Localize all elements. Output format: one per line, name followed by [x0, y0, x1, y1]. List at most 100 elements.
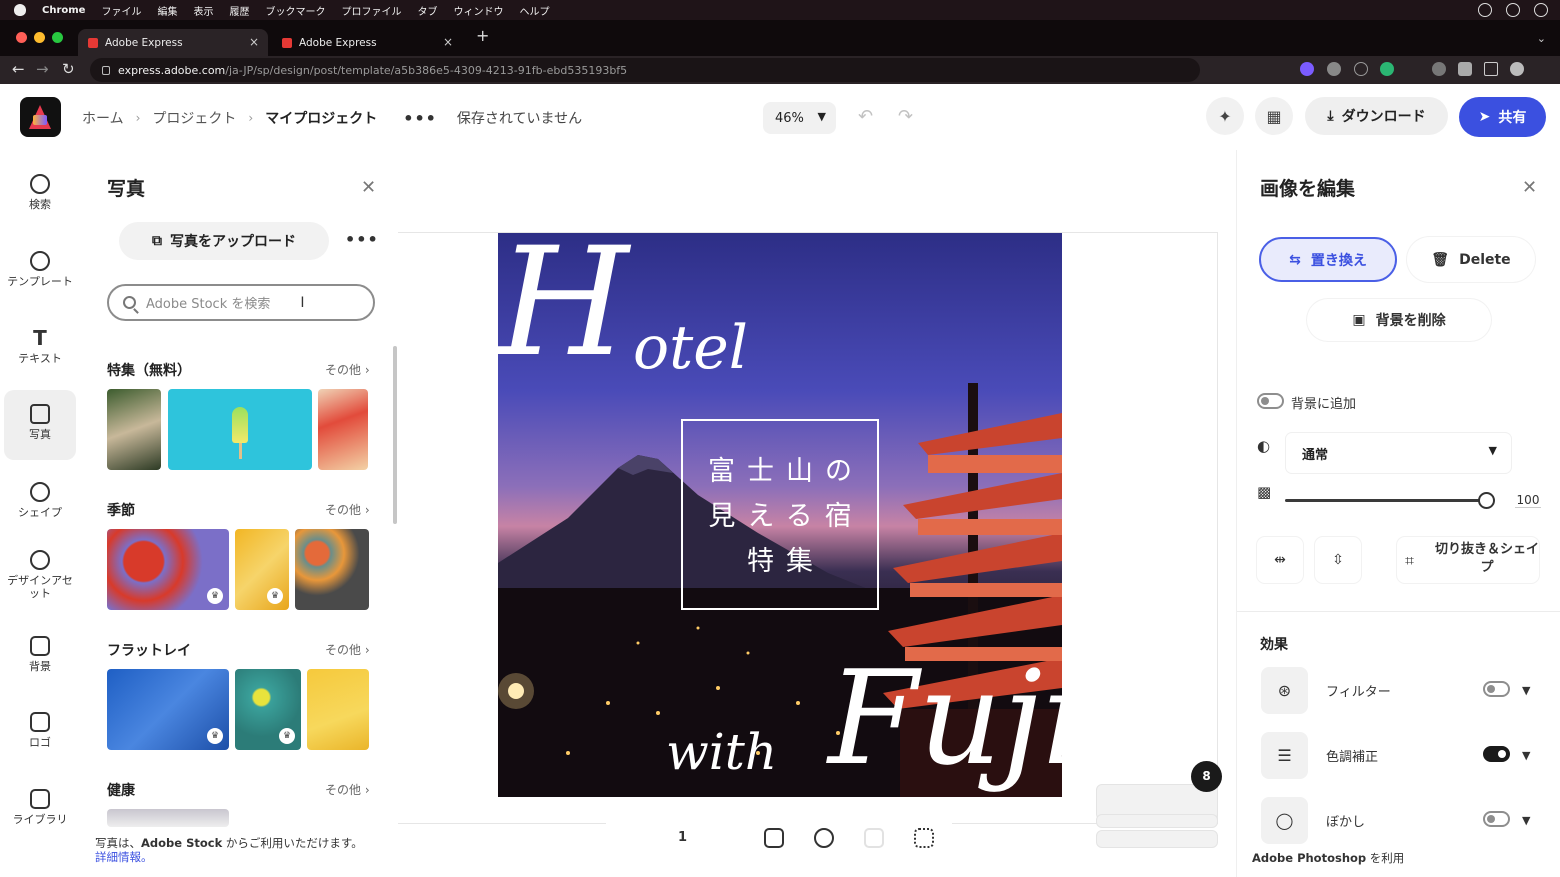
grid-view-icon[interactable] [914, 828, 934, 848]
rail-item-library[interactable]: ライブラリ [4, 775, 76, 845]
reload-icon[interactable]: ↻ [62, 61, 75, 77]
more-options-icon[interactable]: ••• [345, 230, 379, 249]
photo-thumbnail[interactable] [168, 389, 312, 470]
close-icon[interactable]: ✕ [1522, 177, 1537, 198]
add-to-background-toggle[interactable] [1257, 393, 1284, 409]
adjustments-toggle[interactable] [1483, 746, 1510, 762]
adobe-express-logo[interactable] [20, 97, 61, 137]
rail-item-design-assets[interactable]: デザインアセット [4, 536, 76, 614]
photo-thumbnail[interactable] [295, 529, 369, 610]
calendar-icon[interactable]: ▦ [1255, 97, 1293, 135]
see-more-link[interactable]: その他 › [325, 361, 370, 378]
browser-tab-active[interactable]: Adobe Express × [78, 29, 268, 56]
chevron-down-icon[interactable]: ▼ [1522, 749, 1530, 762]
crop-and-shape-button[interactable]: ⌗ 切り抜き＆シェイプ [1397, 537, 1539, 583]
menu-file[interactable]: ファイル [101, 3, 141, 18]
see-more-link[interactable]: その他 › [325, 781, 370, 798]
download-button[interactable]: ⤓ ダウンロード [1305, 97, 1448, 135]
stock-search-input[interactable]: Adobe Stock を検索 I [107, 284, 375, 321]
status-icon[interactable] [1478, 3, 1492, 17]
menu-history[interactable]: 履歴 [229, 3, 249, 18]
chevron-down-icon[interactable]: ▼ [1522, 684, 1530, 697]
sidebar-icon[interactable] [1484, 62, 1498, 76]
menu-edit[interactable]: 編集 [157, 3, 177, 18]
breadcrumb-current[interactable]: マイプロジェクト [265, 108, 377, 128]
menu-tab[interactable]: タブ [417, 3, 437, 18]
photo-thumbnail[interactable]: ♛ [235, 669, 301, 750]
title-text[interactable]: 富士山の 見える宿 特集 [681, 449, 879, 584]
extension-icon[interactable] [1300, 62, 1314, 76]
rail-item-templates[interactable]: テンプレート [4, 237, 76, 307]
opacity-slider-handle[interactable] [1478, 492, 1495, 509]
extensions-puzzle-icon[interactable] [1458, 62, 1472, 76]
zoom-window-button[interactable] [52, 32, 63, 43]
extension-icon[interactable] [1354, 62, 1368, 76]
tab-search-chevron-icon[interactable]: ⌄ [1537, 32, 1546, 45]
flip-horizontal-button[interactable]: ⇹ [1257, 537, 1303, 583]
minimize-window-button[interactable] [34, 32, 45, 43]
photo-thumbnail[interactable] [107, 809, 229, 827]
breadcrumb-projects[interactable]: プロジェクト [152, 108, 236, 128]
flip-vertical-button[interactable]: ⇳ [1315, 537, 1361, 583]
upload-photo-button[interactable]: ⧉ 写真をアップロード [119, 222, 329, 260]
menu-bookmarks[interactable]: ブックマーク [265, 3, 325, 18]
extension-icon[interactable] [1327, 62, 1341, 76]
artboard-image[interactable]: H otel 富士山の 見える宿 特集 with Fuji [498, 233, 1062, 797]
menu-help[interactable]: ヘルプ [519, 3, 549, 18]
user-icon[interactable] [1534, 3, 1548, 17]
extension-icon[interactable] [1380, 62, 1394, 76]
script-heading-h[interactable]: H [498, 233, 629, 383]
rail-item-logo[interactable]: ロゴ [4, 698, 76, 768]
photo-thumbnail[interactable]: ♛ [107, 529, 229, 610]
menu-window[interactable]: ウィンドウ [453, 3, 503, 18]
rail-item-shapes[interactable]: シェイプ [4, 468, 76, 538]
see-more-link[interactable]: その他 › [325, 501, 370, 518]
replace-button[interactable]: ⇆ 置き換え [1259, 237, 1397, 282]
add-page-icon[interactable] [764, 828, 784, 848]
chevron-down-icon[interactable]: ▼ [1522, 814, 1530, 827]
blur-toggle[interactable] [1483, 811, 1510, 827]
delete-page-icon[interactable] [864, 828, 884, 848]
photo-thumbnail[interactable] [318, 389, 368, 470]
blend-mode-dropdown[interactable]: 通常 ▼ [1286, 433, 1511, 473]
photo-thumbnail[interactable] [307, 669, 369, 750]
rail-item-background[interactable]: 背景 [4, 622, 76, 692]
extension-icon[interactable] [1432, 62, 1446, 76]
remove-background-button[interactable]: ▣ 背景を削除 [1307, 299, 1491, 341]
control-center-icon[interactable] [1506, 3, 1520, 17]
opacity-slider-track[interactable] [1285, 499, 1487, 502]
close-tab-icon[interactable]: × [249, 35, 259, 49]
new-tab-button[interactable]: + [476, 28, 489, 44]
script-heading-rest[interactable]: otel [633, 313, 748, 383]
menu-view[interactable]: 表示 [193, 3, 213, 18]
forward-icon[interactable]: → [36, 61, 49, 77]
script-fuji[interactable]: Fuji [828, 643, 1062, 793]
opacity-value[interactable]: 100 [1515, 493, 1541, 508]
menu-profiles[interactable]: プロファイル [341, 3, 401, 18]
page-number[interactable]: 1 [678, 830, 687, 845]
apple-menu-icon[interactable] [14, 4, 26, 16]
close-tab-icon[interactable]: × [443, 35, 453, 49]
photo-thumbnail[interactable]: ♛ [235, 529, 289, 610]
rail-item-search[interactable]: 検索 [4, 160, 76, 230]
share-button[interactable]: ➤ 共有 [1459, 97, 1546, 137]
script-with[interactable]: with [666, 723, 777, 781]
rail-item-text[interactable]: T テキスト [4, 314, 76, 384]
browser-tab[interactable]: Adobe Express × [272, 29, 462, 56]
menu-chrome[interactable]: Chrome [42, 5, 85, 16]
delete-button[interactable]: 🗑 Delete [1407, 237, 1535, 282]
panel-scrollbar[interactable] [393, 346, 397, 524]
lightbulb-icon[interactable]: ✦ [1206, 97, 1244, 135]
rail-item-photos[interactable]: 写真 [4, 390, 76, 460]
close-window-button[interactable] [16, 32, 27, 43]
learn-more-link[interactable]: 詳細情報。 [95, 850, 153, 864]
photo-thumbnail[interactable] [107, 389, 161, 470]
breadcrumb-home[interactable]: ホーム [82, 108, 124, 128]
zoom-dropdown[interactable]: 46% ▼ [763, 102, 836, 134]
see-more-link[interactable]: その他 › [325, 641, 370, 658]
page-count-badge[interactable]: 8 [1191, 761, 1222, 792]
more-options-icon[interactable]: ••• [403, 109, 437, 128]
close-icon[interactable]: ✕ [361, 177, 376, 198]
redo-icon[interactable]: ↷ [898, 106, 913, 127]
address-bar[interactable]: express.adobe.com /ja-JP/sp/design/post/… [90, 58, 1200, 82]
